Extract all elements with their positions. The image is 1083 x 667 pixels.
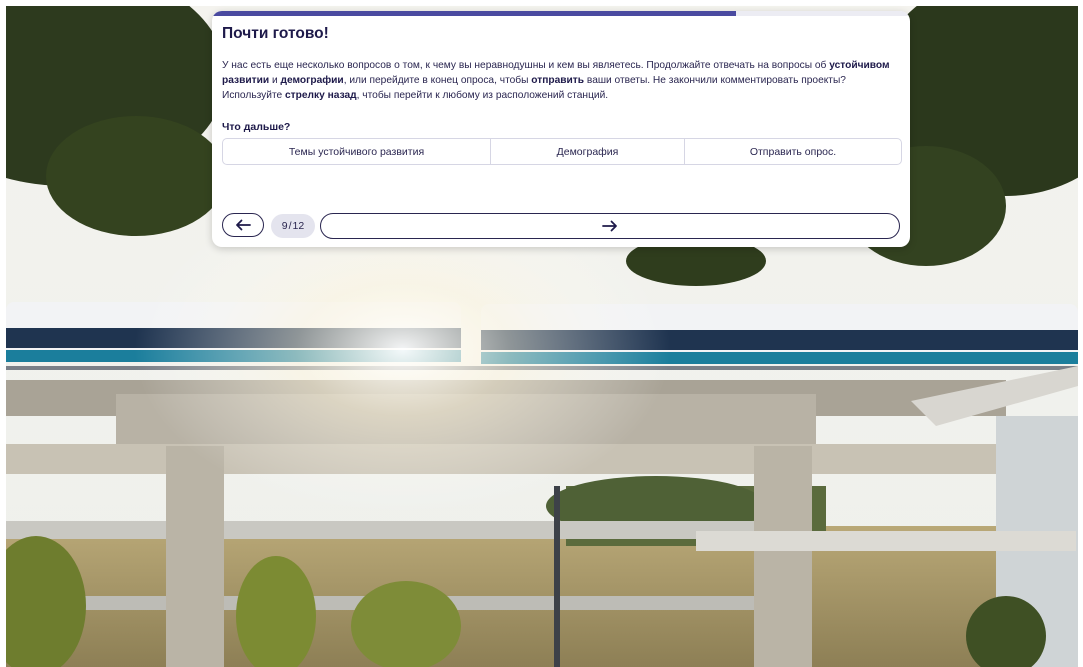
intro-text-part: У нас есть еще несколько вопросов о том,… (222, 60, 830, 71)
total-pages-number: 12 (292, 220, 305, 232)
survey-card: Почти готово! У нас есть еще несколько в… (212, 11, 910, 247)
current-page-number: 9 (281, 220, 288, 232)
progress-bar (212, 11, 910, 16)
choice-demographics[interactable]: Демография (491, 139, 685, 164)
intro-text-part: , чтобы перейти к любому из расположений… (356, 90, 609, 101)
survey-page: Почти готово! У нас есть еще несколько в… (0, 0, 1083, 667)
next-step-choices: Темы устойчивого развития Демография Отп… (222, 138, 902, 165)
intro-text: У нас есть еще несколько вопросов о том,… (222, 58, 900, 103)
survey-navigation: 9/12 (222, 213, 900, 239)
choice-sustainability-topics[interactable]: Темы устойчивого развития (223, 139, 491, 164)
whats-next-label: Что дальше? (222, 121, 291, 133)
choice-submit-survey[interactable]: Отправить опрос. (685, 139, 901, 164)
back-button[interactable] (222, 213, 264, 237)
arrow-right-icon (602, 220, 617, 232)
card-content: Почти готово! У нас есть еще несколько в… (222, 25, 902, 165)
progress-bar-fill (212, 11, 736, 16)
page-title: Почти готово! (222, 25, 329, 42)
page-counter: 9/12 (271, 214, 315, 238)
intro-text-part: и (269, 75, 281, 86)
intro-text-part: , или перейдите в конец опроса, чтобы (343, 75, 532, 86)
intro-highlight-submit: отправить (531, 75, 585, 86)
intro-highlight-demographics: демографии (280, 75, 344, 86)
next-button[interactable] (320, 213, 900, 239)
arrow-left-icon (236, 219, 251, 231)
intro-highlight-back-arrow: стрелку назад (285, 90, 357, 101)
page-separator: / (288, 220, 292, 232)
